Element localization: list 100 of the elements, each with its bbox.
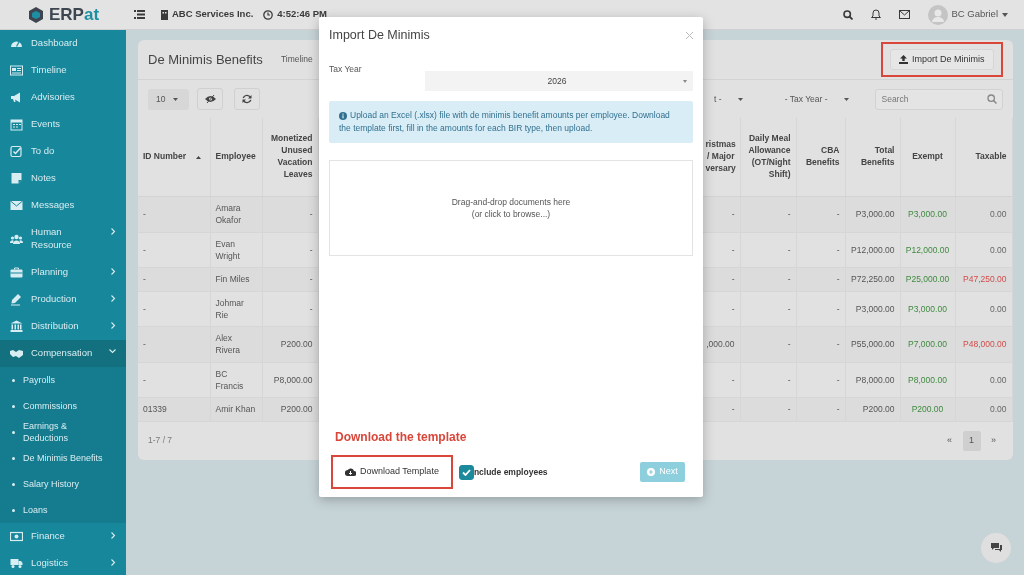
bullet-icon [12,404,15,408]
page-title: De Minimis Benefits [148,50,263,69]
pagination-link[interactable]: » [984,430,1003,451]
page-length-select[interactable]: 10 [148,88,189,110]
table-cell: - [262,196,318,233]
table-cell: Evan Wright [210,232,262,268]
table-cell: 0.00 [955,232,1012,268]
table-cell: Amara Okafor [210,196,262,233]
sidebar-item[interactable]: Human Resource [0,219,126,259]
table-cell: P7,000.00 [900,326,955,363]
table-cell: - [138,291,210,327]
column-header[interactable]: Taxable [955,118,1012,197]
envelope-icon[interactable] [898,10,910,19]
sidebar-item[interactable]: Production [0,286,126,313]
briefcase-icon [10,266,23,279]
chat-button[interactable] [981,533,1011,563]
table-cell: - [138,362,210,398]
sidebar-subitem[interactable]: De Minimis Benefits [0,445,126,471]
table-cell: - [262,291,318,327]
sidebar-item[interactable]: Events [0,111,126,138]
refresh-icon [242,94,252,105]
table-cell: P12,000.00 [900,232,955,268]
table-cell: P3,000.00 [900,291,955,327]
plus-circle-icon [647,468,656,476]
table-cell: P200.00 [262,326,318,363]
column-header[interactable]: ID Number [138,118,210,197]
bullet-icon [12,378,15,382]
table-cell: P55,000.00 [845,326,900,363]
sidebar-item[interactable]: To do [0,138,126,165]
column-header[interactable]: Employee [210,118,262,197]
calendar-icon [10,118,23,131]
sidebar-item[interactable]: Distribution [0,313,126,340]
table-cell: - [740,291,796,327]
bullet-icon [12,508,15,512]
note-icon [10,172,23,185]
table-cell: - [138,267,210,292]
building-icon [161,9,168,20]
search-icon[interactable] [842,9,853,20]
table-cell: - [796,196,845,233]
field-label: Tax Year [329,63,363,76]
clock-time: 4:52:46 PM [277,7,327,22]
table-cell: P3,000.00 [900,196,955,233]
file-dropzone[interactable]: Drag-and-drop documents here (or click to browse...) [329,160,693,257]
table-cell: Johmar Rie [210,291,262,327]
table-cell: - [796,362,845,398]
sidebar-item[interactable]: Timeline [0,57,126,84]
cloud-download-icon [345,468,356,476]
pen-icon [10,293,23,306]
import-button[interactable]: Import De Minimis [890,49,994,71]
sidebar-item[interactable]: Advisories [0,84,126,111]
sidebar-subitem[interactable]: Commissions [0,393,126,419]
clock-icon [263,9,274,20]
table-cell: P3,000.00 [845,291,900,327]
sidebar-item[interactable]: Notes [0,165,126,192]
dropdown-field[interactable]: 2026 [425,71,693,91]
list-icon[interactable] [134,10,145,19]
include-employees-checkbox[interactable] [458,464,474,480]
chat-icon [989,542,1003,554]
table-cell: - [740,196,796,233]
table-cell: P8,000.00 [262,362,318,398]
sidebar-subitem[interactable]: Payrolls [0,367,126,393]
table-cell: P12,000.00 [845,232,900,268]
table-cell: 0.00 [955,291,1012,327]
dialog-title: Import De Minimis [329,26,430,44]
search-field[interactable]: Search [874,88,1003,110]
search-icon [986,93,997,104]
avatar-icon [927,4,948,25]
annotation-text: Download the template [335,429,468,446]
column-header[interactable]: Exempt [900,118,955,197]
sidebar-item[interactable]: Compensation [0,340,126,367]
table-cell: - [138,196,210,233]
table-cell: - [262,232,318,268]
column-header[interactable]: Total Benefits [845,118,900,197]
bullet-icon [12,456,15,460]
sidebar-subitem[interactable]: Earnings & Deductions [0,419,126,445]
table-cell: - [740,326,796,363]
table-cell: - [796,232,845,268]
users-icon [10,232,23,246]
column-header[interactable]: Monetized Unused Vacation Leaves [262,118,318,197]
bullet-icon [12,482,15,486]
column-header[interactable]: Daily Meal Allowance (OT/Night Shift) [740,118,796,197]
sidebar-subitem[interactable]: Salary History [0,471,126,497]
column-header[interactable]: CBA Benefits [796,118,845,197]
bell-icon[interactable] [870,9,881,20]
sidebar-item[interactable]: Messages [0,192,126,219]
sidebar-item[interactable]: Logistics [0,550,126,575]
sidebar-item[interactable]: Finance [0,523,126,550]
sidebar-item[interactable]: Planning [0,259,126,286]
sidebar-subitem[interactable]: Loans [0,497,126,523]
pagination-link[interactable]: « [940,430,959,451]
refresh-button[interactable] [234,88,260,111]
user-menu[interactable]: BC Gabriel [927,4,1008,25]
pagination-link[interactable]: 1 [962,430,981,451]
company-name: ABC Services Inc. [172,7,254,22]
timeline-tab[interactable]: Timeline [280,53,313,66]
truck-icon [10,557,23,570]
table-cell: 01339 [138,397,210,422]
column-visibility-button[interactable] [197,88,223,111]
sidebar-item[interactable]: Dashboard [0,30,126,57]
table-cell: - [138,326,210,363]
